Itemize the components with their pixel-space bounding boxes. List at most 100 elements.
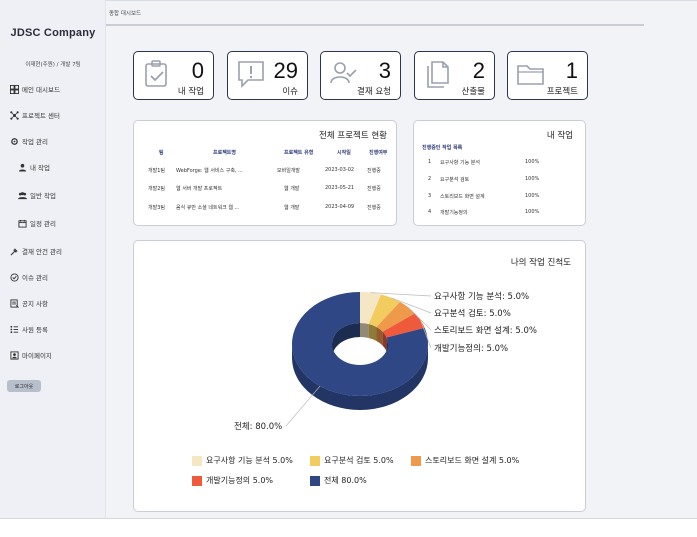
approval-icon xyxy=(10,247,19,256)
legend-swatch xyxy=(192,475,202,486)
sidebar-item-label: 일반 작업 xyxy=(30,192,56,200)
stat-label: 산출물 xyxy=(461,87,485,97)
panel-title: 전체 프로젝트 현황 xyxy=(319,131,387,141)
project-status-panel: 전체 프로젝트 현황 팀 프로젝트명 프로젝트 유형 시작일 진행여부 개발1팀… xyxy=(133,120,397,226)
task-progress: 100% xyxy=(525,176,540,182)
sidebar-item-label: 공지 사항 xyxy=(22,300,48,308)
task-progress: 100% xyxy=(525,193,540,199)
sidebar-item-schedule[interactable]: 일정 관리 xyxy=(18,218,56,228)
sidebar: JDSC Company 이재현(주원) / 개발 7팀 메인 대시보드 프로젝… xyxy=(0,0,106,518)
progress-chart-panel: 나의 작업 진척도 요구사항 기능 분석: 5.0% 요구분석 검토: 5.0% 스… xyxy=(133,240,586,512)
legend-item[interactable]: 개발기능정의 5.0% xyxy=(192,475,273,486)
legend-label: 전체 80.0% xyxy=(324,476,367,485)
legend-swatch xyxy=(310,455,320,466)
brand-logo[interactable]: JDSC Company xyxy=(0,27,106,39)
sidebar-item-label: 내 작업 xyxy=(30,164,51,172)
sidebar-item-general-tasks[interactable]: 일반 작업 xyxy=(18,190,56,200)
notice-icon xyxy=(10,298,19,308)
top-bar: 종합 대시보드 xyxy=(106,0,697,24)
sidebar-item-approval[interactable]: 결재 안건 관리 xyxy=(10,246,62,256)
sidebar-item-issues[interactable]: 이슈 관리 xyxy=(10,272,48,282)
cell-start-date: 2023-05-21 xyxy=(325,185,355,191)
cell-team: 개발2팀 xyxy=(148,186,165,192)
task-name: 스토리보드 화면 설계 xyxy=(440,194,485,200)
slice-data-label: 요구사항 기능 분석: 5.0% xyxy=(434,291,529,302)
table-header: 팀 xyxy=(159,150,164,156)
logout-button[interactable]: 로그아웃 xyxy=(7,380,41,392)
cell-project-name: WebForge: 웹 서비스 구축, ... xyxy=(176,168,243,174)
task-number: 4 xyxy=(428,209,432,215)
legend-item[interactable]: 전체 80.0% xyxy=(310,475,367,486)
stat-label: 내 작업 xyxy=(177,87,204,97)
sidebar-item-notice[interactable]: 공지 사항 xyxy=(10,298,48,308)
table-header: 프로젝트 유형 xyxy=(284,150,314,156)
legend-item[interactable]: 요구사항 기능 분석 5.0% xyxy=(192,455,293,466)
sidebar-item-label: 마이페이지 xyxy=(22,352,52,360)
cell-type: 웹 개발 xyxy=(284,205,300,211)
employee-list-icon xyxy=(10,325,19,334)
sidebar-item-task-management[interactable]: 작업 관리 xyxy=(10,136,48,146)
sidebar-item-project-center[interactable]: 프로젝트 센터 xyxy=(10,110,60,120)
footer xyxy=(0,519,697,537)
stat-label: 이슈 xyxy=(282,87,298,97)
cell-status: 진행중 xyxy=(367,168,381,174)
table-header: 시작일 xyxy=(337,150,351,156)
stat-value: 1 xyxy=(565,58,578,83)
legend-swatch xyxy=(310,475,320,486)
cell-project-name: 웹 서버 개발 프로젝트 xyxy=(176,186,223,192)
label-leader-line xyxy=(285,385,321,427)
stat-label: 프로젝트 xyxy=(546,87,578,97)
task-progress: 100% xyxy=(525,209,540,215)
cell-type: 모바일개발 xyxy=(277,168,301,174)
cell-type: 웹 개발 xyxy=(284,186,300,192)
cell-team: 개발1팀 xyxy=(148,168,165,174)
sidebar-item-main-dashboard[interactable]: 메인 대시보드 xyxy=(10,84,60,94)
stat-card-approval-requests[interactable]: 3 결재 요청 xyxy=(320,51,401,100)
legend-swatch xyxy=(192,455,202,466)
donut-inner-wall xyxy=(360,323,369,339)
slice-data-label: 전체: 80.0% xyxy=(234,421,282,432)
stat-card-issues[interactable]: 29 이슈 xyxy=(227,51,308,100)
sidebar-item-label: 결재 안건 관리 xyxy=(22,248,63,256)
stat-value: 0 xyxy=(191,58,204,83)
donut-inner-wall xyxy=(368,324,377,342)
legend-label: 개발기능정의 5.0% xyxy=(206,476,274,485)
mypage-icon xyxy=(10,350,19,360)
legend-label: 요구분석 검토 5.0% xyxy=(324,456,394,465)
task-number: 3 xyxy=(428,193,432,199)
legend-item[interactable]: 스토리보드 화면 설계 5.0% xyxy=(411,455,519,466)
stat-card-deliverables[interactable]: 2 산출물 xyxy=(414,51,495,100)
user-info: 이재현(주원) / 개발 7팀 xyxy=(25,62,81,68)
cell-team: 개발3팀 xyxy=(148,205,165,211)
alert-message-icon xyxy=(238,61,264,88)
task-list-heading: 진행중인 작업 목록 xyxy=(422,145,463,151)
task-number: 1 xyxy=(428,159,432,165)
task-name: 개발기능정의 xyxy=(440,210,468,216)
stat-value: 2 xyxy=(472,58,485,83)
sidebar-item-label: 메인 대시보드 xyxy=(22,86,60,94)
documents-icon xyxy=(427,61,449,88)
legend-swatch xyxy=(411,455,421,466)
stat-value: 29 xyxy=(273,58,298,83)
sidebar-item-label: 이슈 관리 xyxy=(22,274,48,282)
slice-data-label: 요구분석 검토: 5.0% xyxy=(434,308,511,319)
donut-chart: 요구사항 기능 분석: 5.0% 요구분석 검토: 5.0% 스토리보드 화면 설계… xyxy=(234,291,537,432)
cell-start-date: 2023-04-09 xyxy=(325,204,355,210)
sidebar-item-label: 사원 등록 xyxy=(22,326,48,334)
sidebar-item-employee-register[interactable]: 사원 등록 xyxy=(10,324,48,334)
stat-card-projects[interactable]: 1 프로젝트 xyxy=(507,51,588,100)
cell-status: 진행중 xyxy=(367,186,381,192)
stat-card-my-tasks[interactable]: 0 내 작업 xyxy=(133,51,214,100)
slice-data-label: 스토리보드 화면 설계: 5.0% xyxy=(434,325,537,336)
legend-label: 스토리보드 화면 설계 5.0% xyxy=(425,456,520,465)
cell-project-name: 음식 큐반 소셜 네트워크 웹 ... xyxy=(176,205,240,211)
task-number: 2 xyxy=(428,176,432,182)
sidebar-item-mypage[interactable]: 마이페이지 xyxy=(10,350,52,360)
group-icon xyxy=(18,191,27,200)
sidebar-item-my-tasks[interactable]: 내 작업 xyxy=(18,162,50,172)
task-progress: 100% xyxy=(525,159,540,165)
panel-title: 내 작업 xyxy=(546,131,573,141)
task-gear-icon xyxy=(10,137,19,146)
check-circle-icon xyxy=(10,272,19,282)
legend-item[interactable]: 요구분석 검토 5.0% xyxy=(310,455,394,466)
